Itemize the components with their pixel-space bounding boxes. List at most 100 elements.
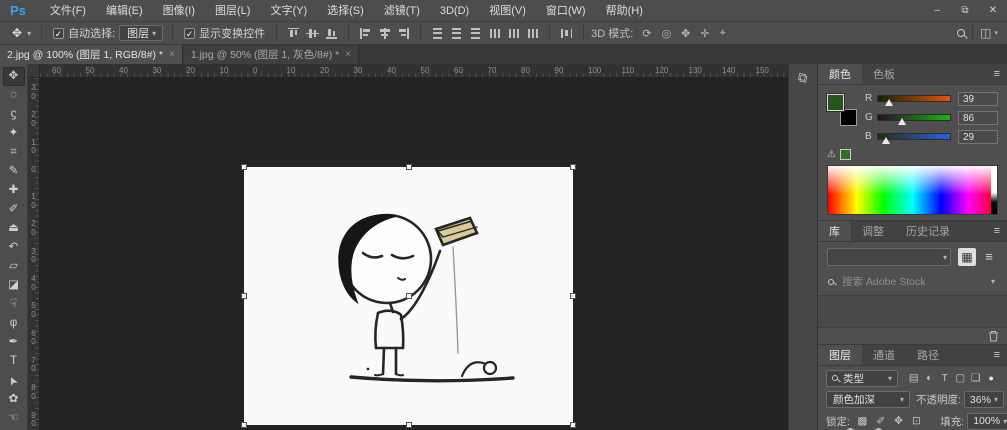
tab-channels[interactable]: 通道 [862, 345, 906, 365]
distribute-left-edges-icon[interactable] [488, 28, 501, 39]
distribute-spacing-icon[interactable] [560, 28, 573, 39]
document-tab-2jpg[interactable]: 2.jpg @ 100% (图层 1, RGB/8#) * × [0, 45, 183, 64]
show-transform-checkbox[interactable]: ✓ [184, 28, 195, 39]
3d-roll-icon[interactable]: ◎ [662, 27, 672, 40]
restore-button[interactable]: ⧉ [951, 0, 979, 22]
transform-handle-middle-left[interactable] [241, 293, 247, 299]
channel-g-value[interactable]: 86 [958, 111, 998, 125]
workspace-icon[interactable]: ◫ [980, 26, 991, 40]
menu-item-type[interactable]: 文字(Y) [260, 0, 317, 22]
tool-elliptical-marquee[interactable]: ◌ [3, 86, 25, 105]
tool-magic-wand[interactable]: ✦ [3, 124, 25, 143]
menu-item-help[interactable]: 帮助(H) [596, 0, 653, 22]
menu-item-image[interactable]: 图像(I) [153, 0, 205, 22]
tool-lasso[interactable]: ϛ [3, 105, 25, 124]
tab-close-icon[interactable]: × [169, 49, 175, 60]
3d-orbit-icon[interactable]: ⟳ [642, 27, 651, 40]
distribute-horizontal-centers-icon[interactable] [507, 28, 520, 39]
channel-r-value[interactable]: 39 [958, 92, 998, 106]
tool-healing-brush[interactable]: ✚ [3, 181, 25, 200]
tool-eraser[interactable]: ▱ [3, 257, 25, 276]
tab-color[interactable]: 颜色 [818, 64, 862, 84]
tab-adjustments[interactable]: 调整 [851, 221, 895, 241]
workspace-chevron-icon[interactable]: ▾ [994, 29, 998, 37]
menu-item-layer[interactable]: 图层(L) [205, 0, 260, 22]
menu-item-3d[interactable]: 3D(D) [430, 0, 479, 22]
tool-brush[interactable]: ✐ [3, 200, 25, 219]
library-search[interactable]: 搜索 Adobe Stock ▾ [818, 266, 1007, 295]
tab-close-icon[interactable]: × [345, 49, 351, 60]
document-tab-1jpg[interactable]: 1.jpg @ 50% (图层 1, 灰色/8#) * × [184, 45, 359, 64]
distribute-right-edges-icon[interactable] [526, 28, 539, 39]
lock-position-icon[interactable]: ✥ [894, 415, 903, 427]
channel-b-value[interactable]: 29 [958, 130, 998, 144]
channel-r-slider[interactable] [877, 95, 951, 102]
filter-adjustment-layers-icon[interactable]: ◐ [922, 372, 938, 384]
transform-handle-middle-right[interactable] [570, 293, 576, 299]
grayscale-strip[interactable] [991, 166, 997, 214]
channel-b-slider[interactable] [877, 133, 951, 140]
panel-menu-icon[interactable]: ≡ [994, 221, 1007, 241]
transform-handle-bottom-right[interactable] [570, 422, 576, 428]
menu-item-select[interactable]: 选择(S) [317, 0, 374, 22]
panel-menu-icon[interactable]: ≡ [994, 345, 1007, 365]
align-left-edges-icon[interactable] [359, 28, 372, 39]
distribute-top-edges-icon[interactable] [431, 28, 444, 39]
filter-pixel-layers-icon[interactable]: ▤ [906, 372, 922, 384]
foreground-color-swatch[interactable] [827, 94, 844, 111]
lock-transparent-pixels-icon[interactable]: ▩ [857, 415, 867, 427]
filter-smart-objects-icon[interactable]: ❏ [968, 372, 984, 384]
transform-handle-top-right[interactable] [570, 164, 576, 170]
transform-handle-center[interactable] [406, 293, 412, 299]
opacity-field[interactable]: 36% ▾ [964, 391, 1004, 408]
close-button[interactable]: ✕ [979, 0, 1007, 22]
filter-toggle-icon[interactable]: ● [984, 373, 1000, 383]
background-color-swatch[interactable] [840, 109, 857, 126]
menu-item-edit[interactable]: 编辑(E) [96, 0, 153, 22]
channel-g-slider[interactable] [877, 114, 951, 121]
slider-thumb[interactable] [882, 137, 890, 144]
menu-item-filter[interactable]: 滤镜(T) [374, 0, 430, 22]
3d-zoom-icon[interactable]: ⌖ [720, 27, 726, 40]
tool-clone-stamp[interactable]: ⏏ [3, 219, 25, 238]
tab-history[interactable]: 历史记录 [895, 221, 961, 241]
tool-dodge[interactable]: φ [3, 314, 25, 333]
align-bottom-edges-icon[interactable] [325, 28, 338, 39]
library-select[interactable]: ▾ [827, 248, 951, 266]
tool-gradient[interactable]: ◪ [3, 276, 25, 295]
color-spectrum[interactable] [827, 165, 998, 215]
layer-filter-dropdown[interactable]: 类型 ▾ [826, 370, 898, 387]
3d-slide-icon[interactable]: ✛ [700, 27, 709, 40]
fill-field[interactable]: 100% ▾ [967, 413, 1007, 430]
auto-select-checkbox[interactable]: ✓ [53, 28, 64, 39]
align-horizontal-centers-icon[interactable] [378, 28, 391, 39]
tab-paths[interactable]: 路径 [906, 345, 950, 365]
tool-preset-chevron-icon[interactable]: ▾ [27, 29, 31, 38]
search-icon[interactable] [957, 29, 965, 37]
blend-mode-dropdown[interactable]: 颜色加深 ▾ [826, 391, 910, 408]
distribute-bottom-edges-icon[interactable] [469, 28, 482, 39]
collapsed-panel-icon[interactable]: ⧉ [797, 69, 809, 86]
transform-handle-bottom-center[interactable] [406, 422, 412, 428]
tool-eyedropper[interactable]: ✎ [3, 162, 25, 181]
slider-thumb[interactable] [898, 118, 906, 125]
transform-handle-bottom-left[interactable] [241, 422, 247, 428]
pasteboard[interactable] [40, 78, 788, 430]
distribute-vertical-centers-icon[interactable] [450, 28, 463, 39]
lock-artboard-icon[interactable]: ⊡ [912, 415, 921, 427]
tool-hand[interactable]: ☜ [3, 409, 25, 428]
tool-pen[interactable]: ✒ [3, 333, 25, 352]
transform-handle-top-center[interactable] [406, 164, 412, 170]
auto-select-target-dropdown[interactable]: 图层 ▾ [119, 25, 163, 41]
align-vertical-centers-icon[interactable] [306, 28, 319, 39]
grid-view-button[interactable]: ▦ [958, 248, 976, 266]
tool-smudge[interactable]: ☟ [3, 295, 25, 314]
filter-type-layers-icon[interactable]: T [937, 372, 953, 384]
filter-shape-layers-icon[interactable]: ▢ [953, 372, 969, 384]
3d-pan-icon[interactable]: ✥ [681, 27, 690, 40]
align-right-edges-icon[interactable] [397, 28, 410, 39]
panel-menu-icon[interactable]: ≡ [994, 64, 1007, 84]
list-view-button[interactable]: ≡ [980, 248, 998, 266]
minimize-button[interactable]: – [923, 0, 951, 22]
transform-handle-top-left[interactable] [241, 164, 247, 170]
